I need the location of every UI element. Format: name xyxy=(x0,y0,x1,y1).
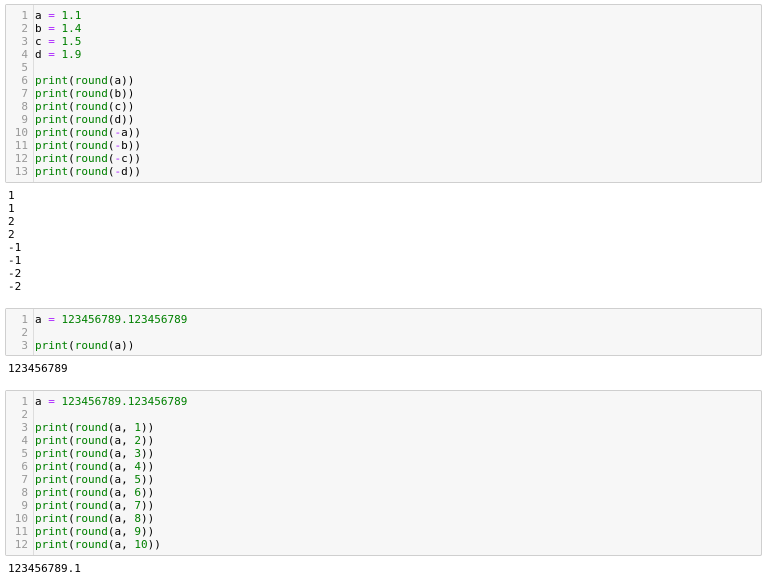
code-line[interactable]: 5 xyxy=(6,61,761,74)
code-text[interactable]: print(round(a, 6)) xyxy=(35,486,154,499)
code-line[interactable]: 6 print(round(a)) xyxy=(6,74,761,87)
line-number: 1 xyxy=(21,9,28,22)
cell-output-2: 123456789 xyxy=(8,362,68,375)
code-line[interactable]: 2 xyxy=(6,326,761,339)
code-line[interactable]: 10 print(round(-a)) xyxy=(6,126,761,139)
line-number: 8 xyxy=(21,100,28,113)
code-text[interactable]: print(round(a, 4)) xyxy=(35,460,154,473)
code-line[interactable]: 2 b = 1.4 xyxy=(6,22,761,35)
code-text[interactable]: a = 123456789.123456789 xyxy=(35,395,187,408)
code-text[interactable]: print(round(-c)) xyxy=(35,152,141,165)
line-number: 7 xyxy=(21,87,28,100)
code-cell-2[interactable]: 1 a = 123456789.123456789 2 3 print(round(a)… xyxy=(5,308,762,356)
code-line[interactable]: 3 print(round(a, 1)) xyxy=(6,421,761,434)
code-text[interactable]: print(round(a)) xyxy=(35,74,134,87)
line-number: 11 xyxy=(14,525,28,538)
code-text[interactable]: print(round(d)) xyxy=(35,113,134,126)
line-number: 5 xyxy=(21,447,28,460)
code-text[interactable]: a = 1.1 xyxy=(35,9,81,22)
code-text[interactable]: print(round(b)) xyxy=(35,87,134,100)
code-text[interactable]: print(round(-d)) xyxy=(35,165,141,178)
code-line[interactable]: 1 a = 1.1 xyxy=(6,9,761,22)
line-number: 2 xyxy=(21,326,28,339)
output-line: -1 xyxy=(8,254,22,267)
code-line[interactable]: 11 print(round(a, 9)) xyxy=(6,525,761,538)
code-line[interactable]: 9 print(round(a, 7)) xyxy=(6,499,761,512)
line-number: 10 xyxy=(14,126,28,139)
output-line: -1 xyxy=(8,241,22,254)
code-text[interactable]: d = 1.9 xyxy=(35,48,81,61)
code-text[interactable]: c = 1.5 xyxy=(35,35,81,48)
line-number: 8 xyxy=(21,486,28,499)
output-line: 1 xyxy=(8,202,15,215)
code-line[interactable]: 13 print(round(-d)) xyxy=(6,165,761,178)
line-number: 3 xyxy=(21,421,28,434)
code-line[interactable]: 11 print(round(-b)) xyxy=(6,139,761,152)
code-cell-3[interactable]: 1 a = 123456789.123456789 2 3 print(round(a,… xyxy=(5,390,762,556)
line-number: 12 xyxy=(14,152,28,165)
code-line[interactable]: 9 print(round(d)) xyxy=(6,113,761,126)
line-number: 6 xyxy=(21,74,28,87)
code-text[interactable]: print(round(a, 3)) xyxy=(35,447,154,460)
line-number: 4 xyxy=(21,48,28,61)
line-number: 9 xyxy=(21,113,28,126)
line-number: 13 xyxy=(14,165,28,178)
cell-output-3: 123456789.1 xyxy=(8,562,81,575)
output-line: -2 xyxy=(8,267,22,280)
code-text[interactable]: print(round(a, 9)) xyxy=(35,525,154,538)
code-text[interactable]: print(round(a, 1)) xyxy=(35,421,154,434)
code-text[interactable]: print(round(a, 8)) xyxy=(35,512,154,525)
line-number: 2 xyxy=(21,22,28,35)
code-line[interactable]: 3 print(round(a)) xyxy=(6,339,761,352)
output-line: 2 xyxy=(8,215,15,228)
line-number: 4 xyxy=(21,434,28,447)
code-line[interactable]: 4 d = 1.9 xyxy=(6,48,761,61)
output-line: 123456789.1 xyxy=(8,562,81,575)
output-line: 2 xyxy=(8,228,15,241)
line-number: 1 xyxy=(21,313,28,326)
line-number: 2 xyxy=(21,408,28,421)
code-line[interactable]: 2 xyxy=(6,408,761,421)
code-text[interactable]: print(round(a)) xyxy=(35,339,134,352)
line-number: 3 xyxy=(21,339,28,352)
code-line[interactable]: 5 print(round(a, 3)) xyxy=(6,447,761,460)
code-cell-1[interactable]: 1 a = 1.1 2 b = 1.4 3 c = 1.5 4 d = 1.9 5 6 print(… xyxy=(5,4,762,183)
code-line[interactable]: 6 print(round(a, 4)) xyxy=(6,460,761,473)
code-line[interactable]: 1 a = 123456789.123456789 xyxy=(6,313,761,326)
line-number: 3 xyxy=(21,35,28,48)
cell-output-1: 1 1 2 2 -1 -1 -2 -2 xyxy=(8,189,21,293)
code-text[interactable]: print(round(a, 5)) xyxy=(35,473,154,486)
code-line[interactable]: 7 print(round(b)) xyxy=(6,87,761,100)
code-line[interactable]: 3 c = 1.5 xyxy=(6,35,761,48)
code-text[interactable]: print(round(-b)) xyxy=(35,139,141,152)
line-number: 5 xyxy=(21,61,28,74)
code-line[interactable]: 4 print(round(a, 2)) xyxy=(6,434,761,447)
output-line: -2 xyxy=(8,280,22,293)
code-line[interactable]: 12 print(round(a, 10)) xyxy=(6,538,761,551)
code-text[interactable]: print(round(c)) xyxy=(35,100,134,113)
code-text[interactable]: print(round(a, 7)) xyxy=(35,499,154,512)
line-number: 1 xyxy=(21,395,28,408)
line-number: 6 xyxy=(21,460,28,473)
code-text[interactable]: a = 123456789.123456789 xyxy=(35,313,187,326)
code-text[interactable]: print(round(a, 10)) xyxy=(35,538,161,551)
line-number: 9 xyxy=(21,499,28,512)
code-line[interactable]: 8 print(round(a, 6)) xyxy=(6,486,761,499)
code-line[interactable]: 12 print(round(-c)) xyxy=(6,152,761,165)
code-line[interactable]: 8 print(round(c)) xyxy=(6,100,761,113)
line-number: 7 xyxy=(21,473,28,486)
code-text[interactable]: print(round(a, 2)) xyxy=(35,434,154,447)
code-line[interactable]: 10 print(round(a, 8)) xyxy=(6,512,761,525)
line-number: 10 xyxy=(14,512,28,525)
code-text[interactable]: b = 1.4 xyxy=(35,22,81,35)
output-line: 123456789 xyxy=(8,362,68,375)
output-line: 1 xyxy=(8,189,15,202)
line-number: 12 xyxy=(14,538,28,551)
code-line[interactable]: 1 a = 123456789.123456789 xyxy=(6,395,761,408)
code-text[interactable]: print(round(-a)) xyxy=(35,126,141,139)
line-number: 11 xyxy=(14,139,28,152)
code-line[interactable]: 7 print(round(a, 5)) xyxy=(6,473,761,486)
